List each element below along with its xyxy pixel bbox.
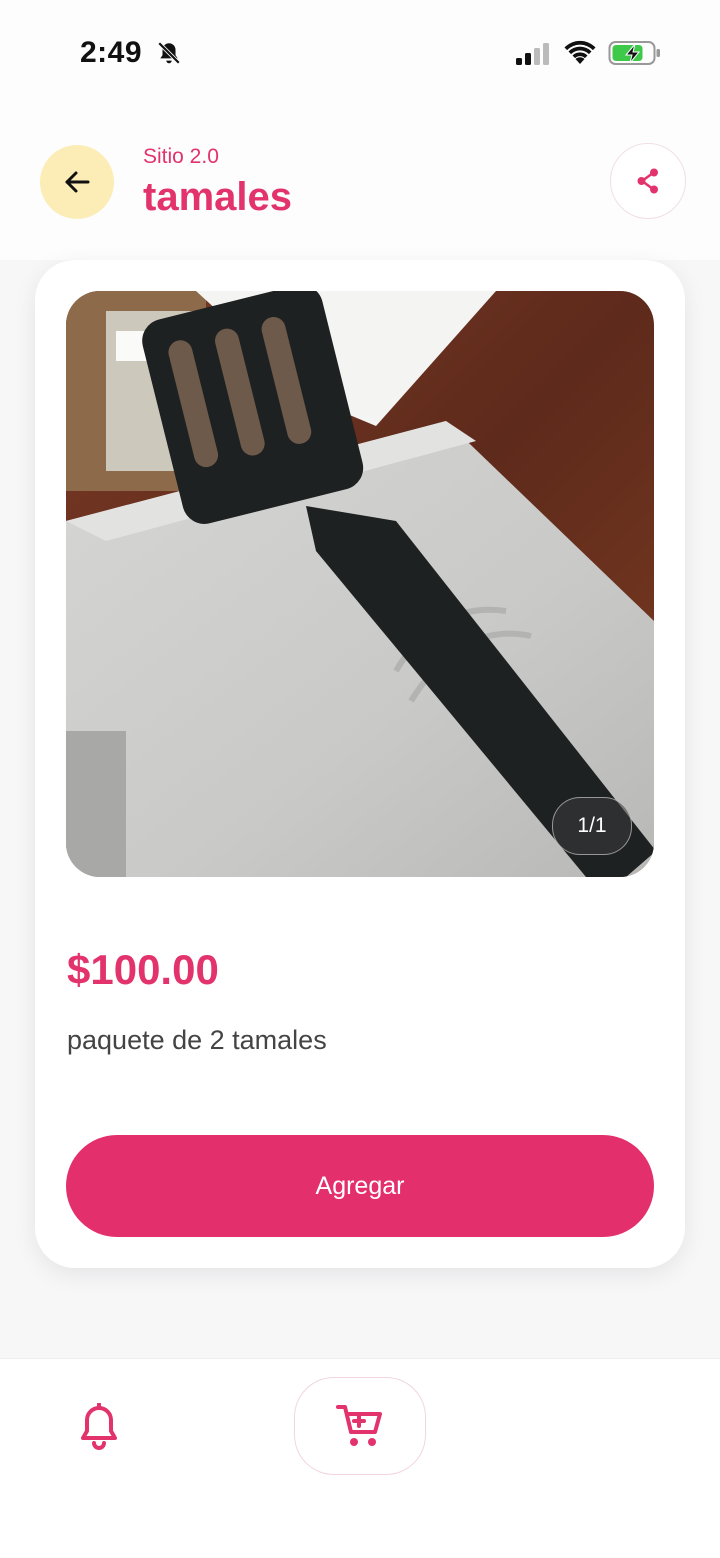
signal-icon (516, 43, 549, 65)
bell-slash-icon (157, 41, 181, 65)
bell-icon[interactable] (78, 1403, 120, 1453)
share-icon (637, 168, 658, 194)
page-title: tamales (143, 175, 292, 219)
store-name: Sitio 2.0 (143, 145, 219, 168)
product-photo[interactable]: 1/1 (66, 291, 654, 877)
share-button[interactable] (610, 143, 686, 219)
wifi-icon (564, 40, 596, 64)
cart-button[interactable] (294, 1377, 426, 1475)
product-image (66, 291, 654, 877)
status-time: 2:49 (80, 36, 143, 69)
header: Sitio 2.0 tamales (0, 100, 720, 260)
status-bar: 2:49 (0, 0, 720, 100)
battery-charging-icon (608, 41, 660, 65)
product-price: $100.00 (67, 946, 219, 993)
image-counter: 1/1 (552, 797, 632, 855)
product-card: 1/1 $100.00 paquete de 2 tamales Agregar (35, 260, 685, 1268)
bottom-nav (0, 1358, 720, 1558)
add-to-cart-button[interactable]: Agregar (66, 1135, 654, 1237)
arrow-left-icon (65, 171, 90, 193)
cart-icon (336, 1405, 382, 1446)
product-description: paquete de 2 tamales (67, 1025, 327, 1055)
back-button[interactable] (40, 145, 114, 219)
